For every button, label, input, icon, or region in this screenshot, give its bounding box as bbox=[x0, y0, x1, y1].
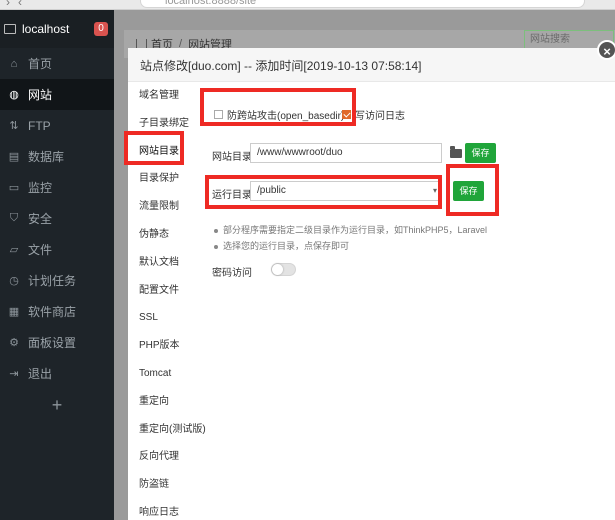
home-icon: ⌂ bbox=[10, 57, 18, 70]
logout-icon: ⇥ bbox=[9, 368, 19, 380]
monitor-icon: ▭ bbox=[8, 182, 20, 194]
modal-nav-item[interactable]: 流量限制 bbox=[128, 193, 206, 221]
highlight-box-open-basedir bbox=[200, 88, 356, 126]
sidebar-item-6[interactable]: ▱ 文件 bbox=[0, 234, 114, 265]
server-host[interactable]: localhost 0 bbox=[0, 10, 114, 48]
clock-icon: ◷ bbox=[9, 275, 19, 287]
modal-title: 站点修改[duo.com] -- 添加时间[2019-10-13 07:58:1… bbox=[128, 48, 615, 82]
modal-nav-item[interactable]: 响应日志 bbox=[128, 499, 206, 520]
highlight-box-site-dir-nav bbox=[124, 131, 184, 165]
sidebar-item-label: FTP bbox=[28, 118, 51, 133]
hint-1-text: 部分程序需要指定二级目录作为运行目录，如ThinkPHP5，Laravel bbox=[223, 225, 488, 235]
grid-icon: ▦ bbox=[8, 306, 20, 318]
sidebar-item-9[interactable]: ⚙ 面板设置 bbox=[0, 327, 114, 358]
ftp-icon: ⇅ bbox=[9, 120, 19, 132]
hint-1: 部分程序需要指定二级目录作为运行目录，如ThinkPHP5，Laravel bbox=[214, 223, 487, 236]
modal-nav-item[interactable]: PHP版本 bbox=[128, 332, 206, 360]
monitor-icon bbox=[4, 24, 16, 34]
sidebar-item-label: 数据库 bbox=[28, 150, 65, 164]
globe-icon: ◍ bbox=[9, 89, 19, 101]
hint-2: 选择您的运行目录，点保存即可 bbox=[214, 239, 349, 252]
modal-nav-item[interactable]: 默认文档 bbox=[128, 249, 206, 277]
sidebar-item-label: 首页 bbox=[28, 57, 53, 71]
address-bar[interactable]: localhost:8888/site bbox=[140, 0, 585, 8]
sidebar-menu: ⌂ 首页 ◍ 网站 ⇅ FTP ▤ 数据库 ▭ 监控 ⛉ 安全 ▱ 文件 ◷ 计划任务 ▦ 软件商店 ⚙ 面板设置 ⇥ 退… bbox=[0, 48, 114, 389]
sidebar: localhost 0 ⌂ 首页 ◍ 网站 ⇅ FTP ▤ 数据库 ▭ 监控 ⛉ 安全 ▱ 文件 ◷ 计划任务… bbox=[0, 10, 114, 520]
bullet-icon bbox=[214, 228, 218, 233]
site-dir-input[interactable]: /www/wwwroot/duo bbox=[250, 143, 442, 163]
save-site-dir-button[interactable]: 保存 bbox=[465, 143, 496, 163]
modal-nav-item[interactable]: 重定向 bbox=[128, 388, 206, 416]
sidebar-item-10[interactable]: ⇥ 退出 bbox=[0, 358, 114, 389]
sidebar-item-7[interactable]: ◷ 计划任务 bbox=[0, 265, 114, 296]
modal-nav-item[interactable]: 伪静态 bbox=[128, 221, 206, 249]
write-log-label: 写访问日志 bbox=[355, 111, 405, 122]
sidebar-item-label: 软件商店 bbox=[28, 305, 77, 319]
sidebar-item-2[interactable]: ⇅ FTP bbox=[0, 110, 114, 141]
password-access-label: 密码访问 bbox=[212, 268, 252, 279]
site-dir-label: 网站目录 bbox=[212, 152, 252, 163]
modal-nav-item[interactable]: 重定向(测试版) bbox=[128, 416, 206, 444]
sidebar-item-label: 监控 bbox=[28, 181, 53, 195]
shield-icon: ⛉ bbox=[9, 212, 19, 224]
bullet-icon bbox=[214, 244, 218, 249]
hint-2-text: 选择您的运行目录，点保存即可 bbox=[223, 241, 350, 251]
toggle-knob bbox=[272, 264, 283, 275]
modal-nav-item[interactable]: 目录保护 bbox=[128, 165, 206, 193]
sidebar-item-label: 退出 bbox=[28, 367, 53, 381]
modal-nav-item[interactable]: 防盗链 bbox=[128, 471, 206, 499]
sidebar-item-label: 计划任务 bbox=[28, 274, 77, 288]
notification-badge[interactable]: 0 bbox=[94, 22, 108, 36]
highlight-box-save-button bbox=[446, 164, 499, 216]
sidebar-item-label: 文件 bbox=[28, 243, 53, 257]
sidebar-item-label: 安全 bbox=[28, 212, 53, 226]
sidebar-item-3[interactable]: ▤ 数据库 bbox=[0, 141, 114, 172]
sidebar-item-0[interactable]: ⌂ 首页 bbox=[0, 48, 114, 79]
sidebar-item-4[interactable]: ▭ 监控 bbox=[0, 172, 114, 203]
gear-icon: ⚙ bbox=[9, 337, 19, 349]
modal-nav-item[interactable]: 反向代理 bbox=[128, 443, 206, 471]
folder-icon[interactable] bbox=[450, 146, 462, 158]
modal-nav-item[interactable]: SSL bbox=[128, 304, 206, 332]
sidebar-item-5[interactable]: ⛉ 安全 bbox=[0, 203, 114, 234]
modal-nav-item[interactable]: 配置文件 bbox=[128, 277, 206, 305]
password-access-toggle[interactable] bbox=[271, 263, 296, 276]
highlight-box-run-dir bbox=[205, 175, 442, 209]
sidebar-item-8[interactable]: ▦ 软件商店 bbox=[0, 296, 114, 327]
browser-nav-icons[interactable]: ›‹ bbox=[6, 0, 30, 9]
modal-nav-item[interactable]: 域名管理 bbox=[128, 82, 206, 110]
sidebar-item-label: 面板设置 bbox=[28, 336, 77, 350]
host-name: localhost bbox=[22, 22, 70, 36]
sidebar-item-label: 网站 bbox=[28, 88, 53, 102]
database-icon: ▤ bbox=[8, 151, 20, 163]
modal-body: 防跨站攻击(open_basedir) 写访问日志 网站目录 /www/wwwr… bbox=[208, 82, 615, 520]
sidebar-item-1[interactable]: ◍ 网站 bbox=[0, 79, 114, 110]
folder-icon: ▱ bbox=[9, 244, 19, 256]
modal-nav-item[interactable]: Tomcat bbox=[128, 360, 206, 388]
add-icon[interactable]: + bbox=[0, 395, 114, 416]
close-icon[interactable]: × bbox=[597, 40, 615, 60]
browser-toolbar: ›‹ localhost:8888/site bbox=[0, 0, 615, 10]
